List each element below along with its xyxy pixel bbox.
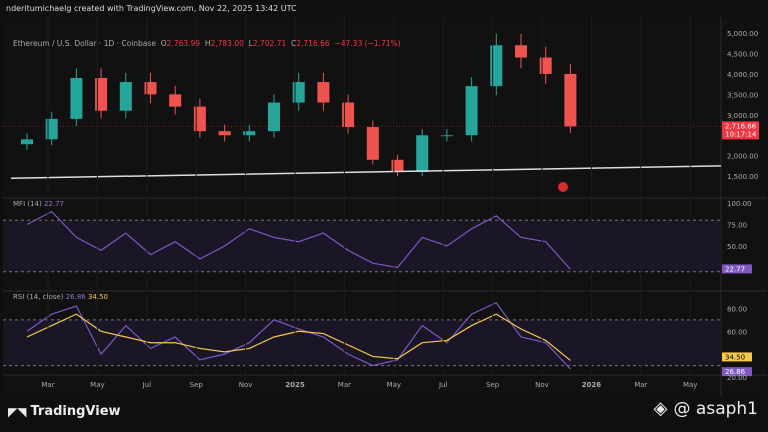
- candle-body: [416, 135, 429, 173]
- mfi-label: MFI (14): [13, 200, 42, 208]
- time-tick-label: May: [90, 381, 104, 389]
- time-tick-label: 2025: [285, 381, 305, 389]
- rsi-ma-legend-value: 34.50: [87, 293, 109, 301]
- candle-body: [218, 131, 231, 136]
- time-tick-label: Mar: [41, 381, 54, 389]
- time-tick-label: Nov: [239, 381, 253, 389]
- rsi-label: RSI (14, close): [13, 293, 64, 301]
- price-tag-countdown: 10:17:14: [725, 130, 757, 138]
- high-value: 2,783.00: [210, 39, 244, 48]
- close-value: 2,716.66: [296, 39, 330, 48]
- mfi-band: [3, 220, 721, 272]
- price-tick-label: 4,500.00: [727, 50, 758, 58]
- trendline: [10, 165, 722, 179]
- rsi-legend-value: 26.86: [65, 293, 86, 301]
- candle-body: [515, 45, 527, 58]
- mfi-legend-value: 22.77: [43, 200, 65, 208]
- brand-name: TradingView: [30, 404, 121, 419]
- rsi-value-tag-text: 34.50: [725, 353, 745, 361]
- rsi-tick-label: 20.00: [727, 374, 747, 382]
- time-tick-label: Mar: [634, 381, 647, 389]
- time-tick-label: Mar: [338, 381, 351, 389]
- rsi-legend: RSI (14, close) 26.86 34.50: [13, 293, 108, 301]
- time-tick-label: Nov: [535, 381, 549, 389]
- change-value: −47.33 (−1.71%): [334, 39, 401, 48]
- time-tick-label: May: [387, 381, 401, 389]
- price-tick-label: 5,000.00: [727, 30, 758, 38]
- time-tick-label: Jul: [142, 381, 152, 389]
- candle-body: [366, 127, 379, 160]
- chart-canvas[interactable]: 5,000.00 4,500.00 4,000.00 3,500.00 3,000.00…: [3, 17, 767, 397]
- price-tick-label: 3,500.00: [727, 91, 758, 99]
- price-tick-label: 2,000.00: [727, 153, 758, 161]
- candle-body: [465, 86, 478, 136]
- price-tick-label: 1,500.00: [727, 173, 758, 181]
- price-tick-label: 4,000.00: [727, 71, 758, 79]
- rsi-tick-label: 60.00: [727, 328, 747, 336]
- tv-logo-icon: ◤◥: [8, 404, 27, 419]
- symbol-name: Ethereum / U.S. Dollar · 1D · Coinbase: [13, 39, 156, 48]
- tradingview-logo: ◤◥ TradingView: [8, 404, 121, 419]
- candle-body: [564, 73, 577, 127]
- time-tick-label: 2026: [582, 381, 602, 389]
- binance-icon: ◈: [653, 398, 668, 419]
- rsi-tick-label: 80.00: [727, 305, 747, 313]
- candle-body: [490, 45, 503, 87]
- mfi-tick-label: 100.00: [727, 200, 752, 208]
- open-value: 2,763.99: [166, 39, 201, 48]
- mfi-tick-label: 75.00: [727, 222, 747, 230]
- candle-body: [21, 139, 33, 145]
- low-value: 2,702.71: [252, 39, 287, 48]
- mfi-value-tag-text: 22.77: [725, 265, 745, 273]
- credit-text: nderitumichaelg created with TradingView…: [6, 4, 297, 13]
- symbol-legend: Ethereum / U.S. Dollar · 1D · Coinbase O…: [13, 39, 401, 48]
- price-tick-label: 3,000.00: [727, 112, 758, 120]
- candle-body: [70, 77, 83, 119]
- price-tag-value: 2,716.66: [725, 122, 757, 130]
- watermark-text: @ asaph1: [673, 398, 758, 419]
- time-tick-label: Jul: [438, 381, 448, 389]
- mfi-tick-label: 50.00: [727, 243, 747, 251]
- time-tick-label: May: [683, 381, 697, 389]
- candle-body: [317, 82, 330, 103]
- chart-frame[interactable]: 5,000.00 4,500.00 4,000.00 3,500.00 3,000.00…: [3, 17, 767, 397]
- candle-body: [440, 135, 453, 137]
- mfi-legend: MFI (14) 22.77: [13, 200, 64, 208]
- time-tick-label: Sep: [486, 381, 500, 389]
- candle-body: [169, 94, 182, 107]
- event-marker-icon: [558, 182, 568, 192]
- candle-body: [119, 82, 132, 111]
- time-tick-label: Sep: [190, 381, 204, 389]
- watermark: ◈ @ asaph1: [654, 398, 758, 419]
